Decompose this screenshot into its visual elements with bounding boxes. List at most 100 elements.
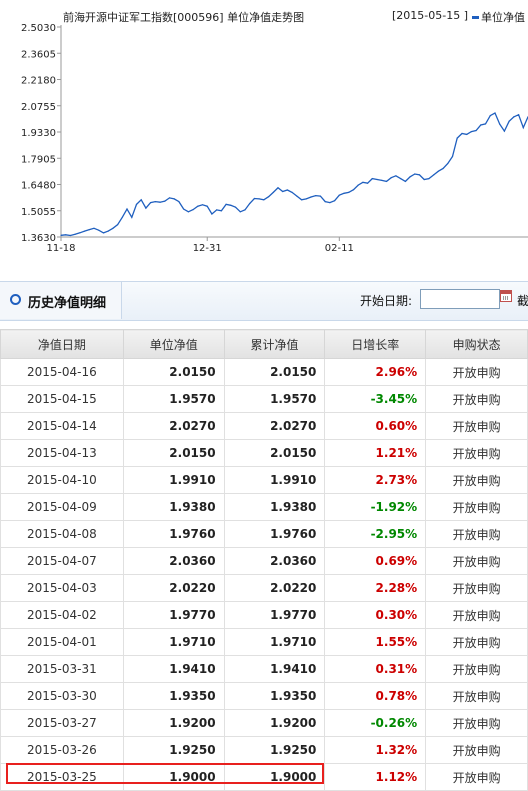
cell-purchase-status: 开放申购 bbox=[425, 439, 528, 467]
cell-date: 2015-04-03 bbox=[0, 574, 124, 602]
nav-data-point bbox=[367, 182, 369, 184]
cell-unit-nav: 1.9350 bbox=[122, 682, 225, 710]
nav-data-point bbox=[414, 173, 416, 175]
nav-data-point bbox=[503, 130, 505, 132]
chart-date-range: [2015-05-15 ] bbox=[392, 9, 469, 22]
cell-daily-growth: 0.60% bbox=[324, 412, 427, 440]
nav-data-point bbox=[131, 216, 133, 218]
nav-data-point bbox=[301, 199, 303, 201]
nav-data-point bbox=[211, 213, 213, 215]
cell-unit-nav: 1.9770 bbox=[122, 601, 225, 629]
nav-data-point bbox=[159, 201, 161, 203]
cell-daily-growth: 1.21% bbox=[324, 439, 427, 467]
header-unit-nav[interactable]: 单位净值 bbox=[122, 329, 225, 359]
y-tick-label: 1.9330 bbox=[21, 128, 56, 139]
y-tick-label: 1.5055 bbox=[21, 207, 56, 218]
cell-unit-nav: 1.9570 bbox=[122, 385, 225, 413]
cell-unit-nav: 1.9910 bbox=[122, 466, 225, 494]
nav-data-point bbox=[518, 114, 520, 116]
x-tick-label: 11-18 bbox=[46, 243, 75, 254]
header-acc-nav[interactable]: 累计净值 bbox=[223, 329, 326, 359]
cell-purchase-status: 开放申购 bbox=[425, 412, 528, 440]
nav-data-point bbox=[126, 208, 128, 210]
nav-data-point bbox=[338, 194, 340, 196]
nav-data-point bbox=[112, 227, 114, 229]
nav-data-point bbox=[305, 198, 307, 200]
nav-data-point bbox=[282, 190, 284, 193]
cell-date: 2015-04-02 bbox=[0, 601, 124, 629]
cell-daily-growth: 1.32% bbox=[324, 736, 427, 764]
nav-data-point bbox=[400, 178, 402, 180]
cell-daily-growth: -2.95% bbox=[324, 520, 427, 548]
nav-data-point bbox=[192, 209, 194, 211]
calendar-icon[interactable] bbox=[500, 290, 512, 302]
cell-acc-nav: 1.9760 bbox=[223, 520, 326, 548]
history-nav-tab[interactable]: 历史净值明细 bbox=[0, 282, 122, 319]
table-row: 2015-04-13 2.0150 2.0150 1.21% 开放申购 bbox=[0, 439, 528, 467]
cell-daily-growth: 1.12% bbox=[324, 763, 427, 791]
start-date-label: 开始日期: bbox=[360, 294, 413, 308]
nav-data-point bbox=[216, 209, 218, 211]
nav-data-point bbox=[183, 208, 185, 210]
header-date[interactable]: 净值日期 bbox=[0, 329, 124, 359]
table-row: 2015-03-27 1.9200 1.9200 -0.26% 开放申购 bbox=[0, 709, 528, 737]
cell-acc-nav: 1.9200 bbox=[223, 709, 326, 737]
nav-data-point bbox=[319, 195, 321, 197]
nav-data-point bbox=[107, 230, 109, 232]
cell-acc-nav: 2.0150 bbox=[223, 358, 326, 386]
nav-data-point bbox=[447, 162, 449, 165]
nav-data-point bbox=[258, 198, 260, 200]
nav-data-point bbox=[395, 175, 397, 177]
cell-daily-growth: 0.30% bbox=[324, 601, 427, 629]
nav-data-point bbox=[461, 132, 463, 135]
cell-date: 2015-04-01 bbox=[0, 628, 124, 656]
table-row: 2015-04-01 1.9710 1.9710 1.55% 开放申购 bbox=[0, 628, 528, 656]
nav-data-point bbox=[244, 209, 246, 211]
nav-data-point bbox=[522, 127, 524, 129]
cell-acc-nav: 2.0220 bbox=[223, 574, 326, 602]
cell-date: 2015-03-26 bbox=[0, 736, 124, 764]
nav-data-point bbox=[84, 230, 86, 232]
cell-date: 2015-03-25 bbox=[0, 763, 124, 791]
y-tick-label: 1.7905 bbox=[21, 154, 56, 165]
cell-purchase-status: 开放申购 bbox=[425, 520, 528, 548]
nav-data-point bbox=[513, 116, 515, 118]
nav-data-point bbox=[117, 224, 119, 226]
cell-acc-nav: 1.9770 bbox=[223, 601, 326, 629]
cell-daily-growth: 1.55% bbox=[324, 628, 427, 656]
nav-data-point bbox=[334, 200, 336, 202]
cell-purchase-status: 开放申购 bbox=[425, 763, 528, 791]
cell-daily-growth: 2.73% bbox=[324, 466, 427, 494]
cell-unit-nav: 1.9760 bbox=[122, 520, 225, 548]
cell-unit-nav: 1.9200 bbox=[122, 709, 225, 737]
cell-acc-nav: 2.0270 bbox=[223, 412, 326, 440]
nav-data-point bbox=[220, 210, 222, 212]
nav-data-point bbox=[418, 174, 421, 176]
header-purchase-status[interactable]: 申购状态 bbox=[425, 329, 528, 359]
header-daily-growth[interactable]: 日增长率 bbox=[324, 329, 427, 359]
nav-data-point bbox=[494, 112, 496, 114]
cell-acc-nav: 1.9910 bbox=[223, 466, 326, 494]
nav-data-point bbox=[93, 227, 95, 229]
start-date-input[interactable] bbox=[420, 289, 500, 309]
nav-data-point bbox=[352, 189, 355, 191]
nav-data-point bbox=[79, 232, 81, 234]
table-row: 2015-03-30 1.9350 1.9350 0.78% 开放申购 bbox=[0, 682, 528, 710]
cell-purchase-status: 开放申购 bbox=[425, 709, 528, 737]
cell-daily-growth: -0.26% bbox=[324, 709, 427, 737]
nav-data-point bbox=[329, 202, 331, 204]
nav-data-point bbox=[74, 233, 76, 235]
nav-data-point bbox=[88, 229, 90, 231]
nav-data-point bbox=[499, 123, 501, 125]
cell-purchase-status: 开放申购 bbox=[425, 385, 528, 413]
table-row: 2015-04-07 2.0360 2.0360 0.69% 开放申购 bbox=[0, 547, 528, 575]
nav-data-point bbox=[225, 203, 227, 205]
cell-acc-nav: 2.0150 bbox=[223, 439, 326, 467]
nav-data-point bbox=[102, 232, 105, 234]
end-date-label: 截 bbox=[517, 294, 528, 308]
nav-data-point bbox=[230, 204, 232, 206]
nav-data-point bbox=[263, 199, 265, 201]
cell-date: 2015-03-30 bbox=[0, 682, 124, 710]
cell-acc-nav: 2.0360 bbox=[223, 547, 326, 575]
nav-data-point bbox=[291, 191, 293, 193]
